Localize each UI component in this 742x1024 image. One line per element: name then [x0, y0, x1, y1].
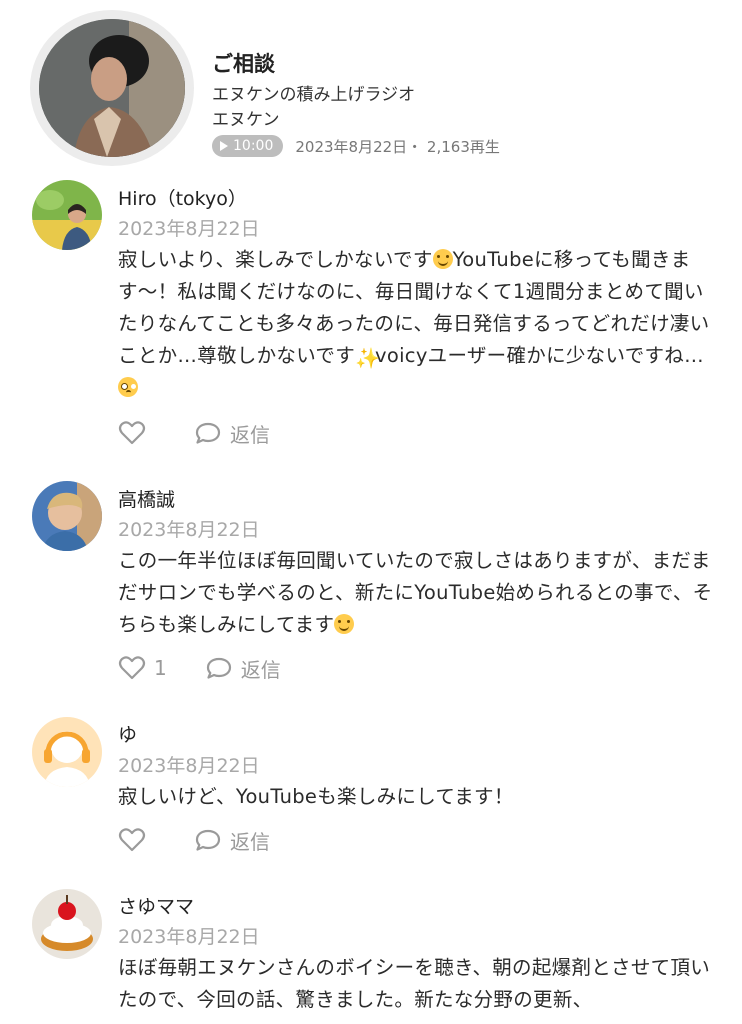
comment-text: この一年半位ほぼ毎回聞いていたので寂しさはありますが、まだまだサロンでも学べるの…	[118, 545, 718, 641]
commenter-name[interactable]: ゆ	[118, 720, 137, 747]
episode-header: ご相談 エヌケンの積み上げラジオ エヌケン 10:00 2023年8月22日・ …	[0, 0, 742, 170]
episode-meta: 10:00 2023年8月22日・ 2,163再生	[212, 135, 500, 157]
heart-icon	[118, 656, 146, 680]
comment-date: 2023年8月22日	[118, 218, 260, 240]
comment-text-part: ほぼ毎朝エヌケンさんのボイシーを聴き、朝の起爆剤とさせて頂いたので、今回の話、驚…	[118, 956, 711, 1011]
speech-bubble-icon	[206, 657, 231, 679]
like-button[interactable]: 1	[118, 655, 167, 681]
heart-icon	[118, 421, 146, 445]
commenter-name[interactable]: さゆママ	[118, 892, 194, 919]
episode-artwork[interactable]	[30, 10, 194, 166]
person-photo	[39, 19, 185, 157]
date-plays: 2023年8月22日・ 2,163再生	[295, 137, 500, 156]
speech-bubble-icon	[195, 829, 221, 851]
duration-text: 10:00	[233, 138, 274, 154]
comment-actions: 返信	[118, 825, 300, 855]
smile-emoji-icon	[432, 249, 453, 269]
avatar[interactable]	[32, 717, 102, 787]
reply-button[interactable]: 返信	[205, 654, 281, 683]
like-button[interactable]	[118, 420, 154, 446]
heart-icon	[118, 828, 146, 852]
commenter-name[interactable]: Hiro（tokyo）	[118, 184, 247, 211]
like-count: 1	[154, 656, 167, 680]
comment-text: ほぼ毎朝エヌケンさんのボイシーを聴き、朝の起爆剤とさせて頂いたので、今回の話、驚…	[118, 952, 718, 1016]
avatar[interactable]	[32, 180, 102, 250]
comment-date: 2023年8月22日	[118, 755, 260, 777]
pleading-face-emoji-icon	[118, 377, 138, 397]
avatar[interactable]	[32, 889, 102, 959]
comment-text-part: 寂しいけど、YouTubeも楽しみにしてます！	[118, 785, 514, 808]
play-duration-button[interactable]: 10:00	[212, 135, 284, 157]
reply-button[interactable]: 返信	[194, 826, 270, 855]
smile-emoji-icon	[334, 614, 355, 634]
sparkles-emoji-icon: ✨	[355, 346, 381, 370]
comment-actions: 返信	[118, 418, 300, 448]
comment-text: 寂しいより、楽しみでしかないです YouTubeに移っても聞きます〜！私は聞くだけ…	[118, 244, 718, 404]
comment-text: 寂しいけど、YouTubeも楽しみにしてます！	[118, 781, 718, 813]
default-avatar-icon	[32, 717, 102, 787]
reply-label: 返信	[230, 829, 270, 854]
speech-bubble-icon	[195, 422, 221, 444]
reply-button[interactable]: 返信	[194, 419, 270, 448]
play-icon	[220, 141, 228, 151]
comment-date: 2023年8月22日	[118, 926, 260, 948]
comment-date: 2023年8月22日	[118, 519, 260, 541]
reply-label: 返信	[230, 422, 270, 447]
commenter-name[interactable]: 高橋誠	[118, 485, 175, 512]
avatar-image	[32, 481, 102, 551]
comment-text-part: 寂しいより、楽しみでしかないです	[118, 248, 433, 271]
comment-text-part: この一年半位ほぼ毎回聞いていたので寂しさはありますが、まだまだサロンでも学べるの…	[118, 549, 713, 636]
avatar-image	[32, 180, 102, 250]
episode-title: ご相談	[212, 52, 275, 76]
like-button[interactable]	[118, 827, 154, 853]
comment-actions: 1 返信	[118, 653, 311, 683]
avatar-image	[32, 889, 102, 959]
reply-label: 返信	[240, 657, 281, 682]
author-name[interactable]: エヌケン	[212, 105, 280, 130]
avatar[interactable]	[32, 481, 102, 551]
show-name[interactable]: エヌケンの積み上げラジオ	[212, 80, 415, 105]
comment-text-part: voicyユーザー確かに少ないですね…	[375, 344, 704, 367]
